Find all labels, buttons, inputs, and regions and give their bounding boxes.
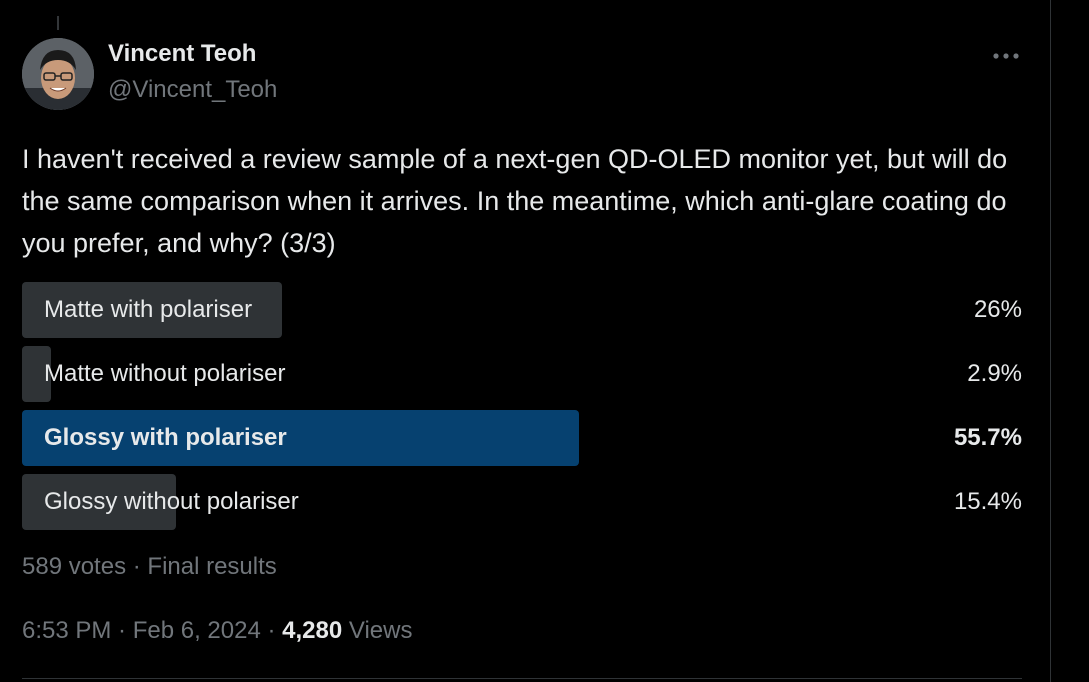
author-name[interactable]: Vincent Teoh (108, 40, 256, 68)
avatar[interactable] (22, 38, 94, 110)
poll-separator: · (126, 553, 148, 580)
tweet-time[interactable]: 6:53 PM (22, 617, 111, 644)
tweet-meta: 6:53 PM · Feb 6, 2024 · 4,280 Views (22, 617, 412, 645)
poll-option-percent: 15.4% (953, 488, 1022, 515)
poll-option: Matte without polariser 2.9% (22, 346, 1022, 402)
more-horizontal-icon (993, 53, 1019, 59)
tweet-page: Vincent Teoh @Vincent_Teoh I haven't rec… (0, 0, 1089, 682)
tweet-date[interactable]: Feb 6, 2024 (133, 617, 261, 644)
divider (22, 678, 1022, 679)
poll: Matte with polariser 26% Matte without pol… (22, 282, 1022, 538)
tweet-text: I haven't received a review sample of a … (22, 144, 1008, 258)
views-label[interactable]: Views (349, 617, 413, 644)
poll-option-label: Matte without polariser (44, 360, 286, 387)
meta-separator: · (111, 617, 133, 644)
avatar-image (22, 38, 94, 110)
poll-option: Glossy with polariser 55.7% (22, 410, 1022, 466)
poll-status: Final results (147, 553, 277, 580)
poll-option-label: Glossy without polariser (44, 488, 299, 515)
poll-option-percent: 55.7% (953, 424, 1022, 451)
poll-option-label: Matte with polariser (44, 296, 253, 323)
thread-connector-line (57, 16, 59, 30)
views-count[interactable]: 4,280 (282, 617, 342, 644)
poll-option-percent: 26% (973, 296, 1022, 323)
more-button[interactable] (988, 42, 1024, 70)
poll-option: Matte with polariser 26% (22, 282, 1022, 338)
poll-option-percent: 2.9% (967, 360, 1022, 387)
poll-option-label: Glossy with polariser (44, 424, 287, 451)
author-handle[interactable]: @Vincent_Teoh (108, 76, 277, 104)
poll-option: Glossy without polariser 15.4% (22, 474, 1022, 530)
poll-summary: 589 votes · Final results (22, 553, 277, 581)
right-sidebar-edge (1051, 0, 1089, 682)
meta-separator: · (260, 617, 283, 644)
poll-votes: 589 votes (22, 553, 127, 580)
